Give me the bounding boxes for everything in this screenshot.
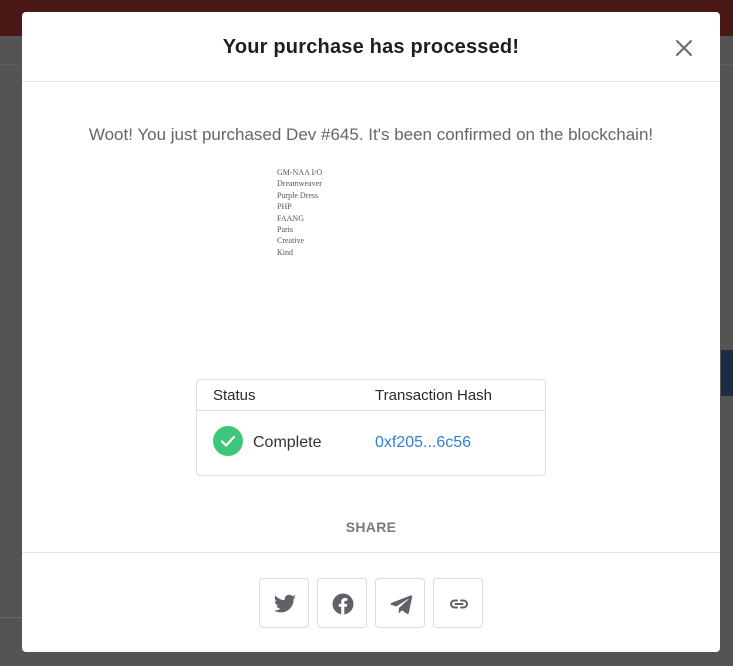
transaction-table: Status Transaction Hash Complete 0xf205.… [196,379,546,476]
nft-trait: GM-NAA I/O [277,168,323,177]
transaction-hash-link[interactable]: 0xf205...6c56 [375,434,471,452]
nft-trait: Creative [277,236,305,246]
share-label: SHARE [345,519,397,535]
nft-image: GM-NAA I/O Dreamweaver Purple Dress PHP … [277,167,397,267]
nft-trait: FAANG [277,213,304,223]
background-divider-bottom [0,617,22,618]
check-circle-icon [213,426,243,456]
purchase-modal: Your purchase has processed! Woot! You j… [22,12,720,652]
status-column-header: Status [213,387,256,404]
facebook-icon [332,593,354,615]
background-edge-element [721,350,733,396]
copy-link-button[interactable] [433,578,483,628]
nft-trait: Kind [277,247,293,257]
nft-trait: Dreamweaver [277,179,322,189]
nft-trait: Purple Dress [277,190,319,200]
status-value: Complete [253,434,322,451]
footer-divider [22,552,720,553]
link-icon [450,599,468,609]
share-telegram-button[interactable] [375,578,425,628]
telegram-icon [390,595,413,615]
share-facebook-button[interactable] [317,578,367,628]
share-twitter-button[interactable] [259,578,309,628]
close-icon [676,40,692,56]
nft-trait: PHP [277,202,292,212]
twitter-icon [273,594,296,613]
nft-trait: Paris [277,225,293,235]
modal-title: Your purchase has processed! [222,36,520,58]
close-button[interactable] [674,38,694,58]
transaction-table-header: Status Transaction Hash [197,380,545,411]
hash-column-header: Transaction Hash [375,387,492,404]
confirmation-message: Woot! You just purchased Dev #645. It's … [88,125,654,144]
modal-header: Your purchase has processed! [22,12,720,82]
